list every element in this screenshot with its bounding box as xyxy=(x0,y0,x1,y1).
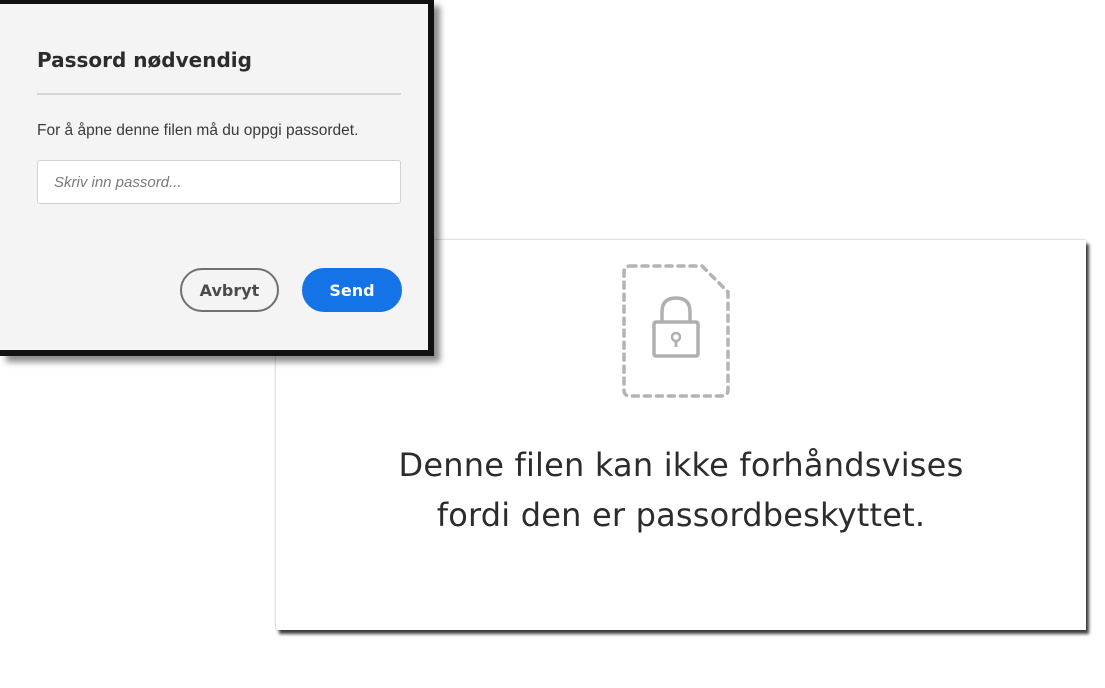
preview-message: Denne filen kan ikke forhåndsvises fordi… xyxy=(276,440,1086,540)
dialog-message: For å åpne denne filen må du oppgi passo… xyxy=(37,122,359,139)
locked-file-icon xyxy=(622,264,730,398)
cancel-button[interactable]: Avbryt xyxy=(180,268,279,312)
password-dialog: Passord nødvendig For å åpne denne filen… xyxy=(0,0,434,356)
dialog-divider xyxy=(37,93,401,95)
preview-message-line2: fordi den er passordbeskyttet. xyxy=(436,496,926,534)
preview-message-line1: Denne filen kan ikke forhåndsvises xyxy=(398,446,964,484)
send-button[interactable]: Send xyxy=(302,268,402,312)
stage: Denne filen kan ikke forhåndsvises fordi… xyxy=(0,0,1105,688)
dialog-title: Passord nødvendig xyxy=(37,48,252,72)
password-input[interactable] xyxy=(37,160,401,204)
